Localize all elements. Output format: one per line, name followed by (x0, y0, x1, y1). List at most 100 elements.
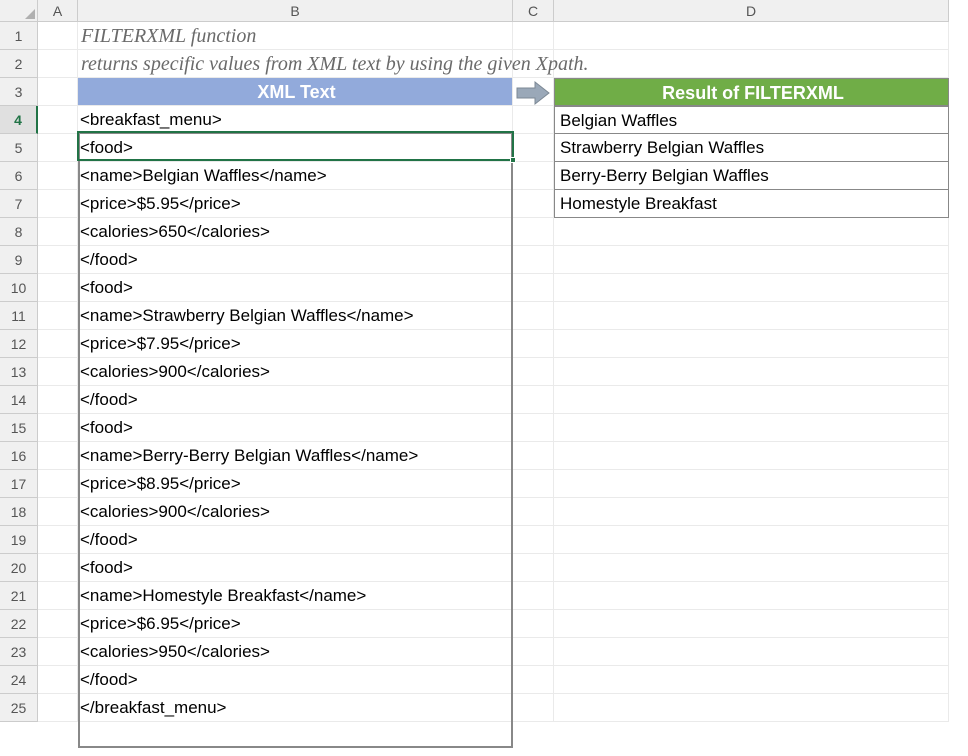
xml-line-17[interactable]: <food> (78, 554, 513, 582)
cell-c13[interactable] (513, 358, 554, 386)
cell-a9[interactable] (38, 246, 78, 274)
cell-a7[interactable] (38, 190, 78, 218)
cell-d25[interactable] (554, 694, 949, 722)
row-header-4[interactable]: 4 (0, 106, 38, 134)
row-header-19[interactable]: 19 (0, 526, 38, 554)
cell-d24[interactable] (554, 666, 949, 694)
cell-c11[interactable] (513, 302, 554, 330)
xml-line-2[interactable]: <food> (78, 134, 513, 162)
row-header-24[interactable]: 24 (0, 666, 38, 694)
row-header-25[interactable]: 25 (0, 694, 38, 722)
row-header-22[interactable]: 22 (0, 610, 38, 638)
cell-d21[interactable] (554, 582, 949, 610)
result-4[interactable]: Homestyle Breakfast (554, 190, 949, 218)
cell-b2-subtitle[interactable]: returns specific values from XML text by… (78, 50, 513, 78)
row-header-14[interactable]: 14 (0, 386, 38, 414)
cell-c24[interactable] (513, 666, 554, 694)
cell-d17[interactable] (554, 470, 949, 498)
cell-c9[interactable] (513, 246, 554, 274)
result-2[interactable]: Strawberry Belgian Waffles (554, 134, 949, 162)
col-header-d[interactable]: D (554, 0, 949, 22)
xml-line-6[interactable]: </food> (78, 246, 513, 274)
cell-a1[interactable] (38, 22, 78, 50)
row-header-18[interactable]: 18 (0, 498, 38, 526)
cell-d13[interactable] (554, 358, 949, 386)
xml-line-15[interactable]: <calories>900</calories> (78, 498, 513, 526)
cell-b1-title[interactable]: FILTERXML function (78, 22, 513, 50)
cell-c23[interactable] (513, 638, 554, 666)
row-header-10[interactable]: 10 (0, 274, 38, 302)
row-header-23[interactable]: 23 (0, 638, 38, 666)
row-header-2[interactable]: 2 (0, 50, 38, 78)
xml-line-5[interactable]: <calories>650</calories> (78, 218, 513, 246)
cell-d19[interactable] (554, 526, 949, 554)
row-header-5[interactable]: 5 (0, 134, 38, 162)
cell-d14[interactable] (554, 386, 949, 414)
row-header-3[interactable]: 3 (0, 78, 38, 106)
cell-c7[interactable] (513, 190, 554, 218)
cell-a4[interactable] (38, 106, 78, 134)
result-header-cell[interactable]: Result of FILTERXML (554, 78, 949, 106)
row-header-8[interactable]: 8 (0, 218, 38, 246)
row-header-21[interactable]: 21 (0, 582, 38, 610)
cell-a21[interactable] (38, 582, 78, 610)
cell-d10[interactable] (554, 274, 949, 302)
xml-line-7[interactable]: <food> (78, 274, 513, 302)
xml-line-13[interactable]: <name>Berry-Berry Belgian Waffles</name> (78, 442, 513, 470)
xml-line-11[interactable]: </food> (78, 386, 513, 414)
cell-a14[interactable] (38, 386, 78, 414)
xml-line-22[interactable]: </breakfast_menu> (78, 694, 513, 722)
cell-a15[interactable] (38, 414, 78, 442)
xml-line-9[interactable]: <price>$7.95</price> (78, 330, 513, 358)
row-header-1[interactable]: 1 (0, 22, 38, 50)
cell-c22[interactable] (513, 610, 554, 638)
cell-a24[interactable] (38, 666, 78, 694)
xml-line-8[interactable]: <name>Strawberry Belgian Waffles</name> (78, 302, 513, 330)
row-header-7[interactable]: 7 (0, 190, 38, 218)
cell-c8[interactable] (513, 218, 554, 246)
cell-c20[interactable] (513, 554, 554, 582)
xml-line-1[interactable]: <breakfast_menu> (78, 106, 513, 134)
result-3[interactable]: Berry-Berry Belgian Waffles (554, 162, 949, 190)
row-header-13[interactable]: 13 (0, 358, 38, 386)
cell-c18[interactable] (513, 498, 554, 526)
cell-c4[interactable] (513, 106, 554, 134)
cell-a8[interactable] (38, 218, 78, 246)
cell-a20[interactable] (38, 554, 78, 582)
cell-c6[interactable] (513, 162, 554, 190)
row-header-12[interactable]: 12 (0, 330, 38, 358)
cell-a19[interactable] (38, 526, 78, 554)
cell-a2[interactable] (38, 50, 78, 78)
row-header-17[interactable]: 17 (0, 470, 38, 498)
cell-d16[interactable] (554, 442, 949, 470)
cell-a16[interactable] (38, 442, 78, 470)
cell-c19[interactable] (513, 526, 554, 554)
cell-c14[interactable] (513, 386, 554, 414)
cell-d1[interactable] (554, 22, 949, 50)
cell-c21[interactable] (513, 582, 554, 610)
cell-a11[interactable] (38, 302, 78, 330)
cell-a3[interactable] (38, 78, 78, 106)
cell-a5[interactable] (38, 134, 78, 162)
cell-a22[interactable] (38, 610, 78, 638)
xml-line-20[interactable]: <calories>950</calories> (78, 638, 513, 666)
xml-line-21[interactable]: </food> (78, 666, 513, 694)
row-header-20[interactable]: 20 (0, 554, 38, 582)
cell-a12[interactable] (38, 330, 78, 358)
row-header-16[interactable]: 16 (0, 442, 38, 470)
xml-line-14[interactable]: <price>$8.95</price> (78, 470, 513, 498)
col-header-b[interactable]: B (78, 0, 513, 22)
spreadsheet-grid[interactable]: A B C D 1 FILTERXML function 2 returns s… (0, 0, 968, 722)
xml-header-cell[interactable]: XML Text (78, 78, 513, 106)
cell-c17[interactable] (513, 470, 554, 498)
xml-line-19[interactable]: <price>$6.95</price> (78, 610, 513, 638)
row-header-9[interactable]: 9 (0, 246, 38, 274)
cell-a18[interactable] (38, 498, 78, 526)
cell-a25[interactable] (38, 694, 78, 722)
cell-c1[interactable] (513, 22, 554, 50)
cell-a13[interactable] (38, 358, 78, 386)
cell-d9[interactable] (554, 246, 949, 274)
result-1[interactable]: Belgian Waffles (554, 106, 949, 134)
cell-d11[interactable] (554, 302, 949, 330)
row-header-6[interactable]: 6 (0, 162, 38, 190)
